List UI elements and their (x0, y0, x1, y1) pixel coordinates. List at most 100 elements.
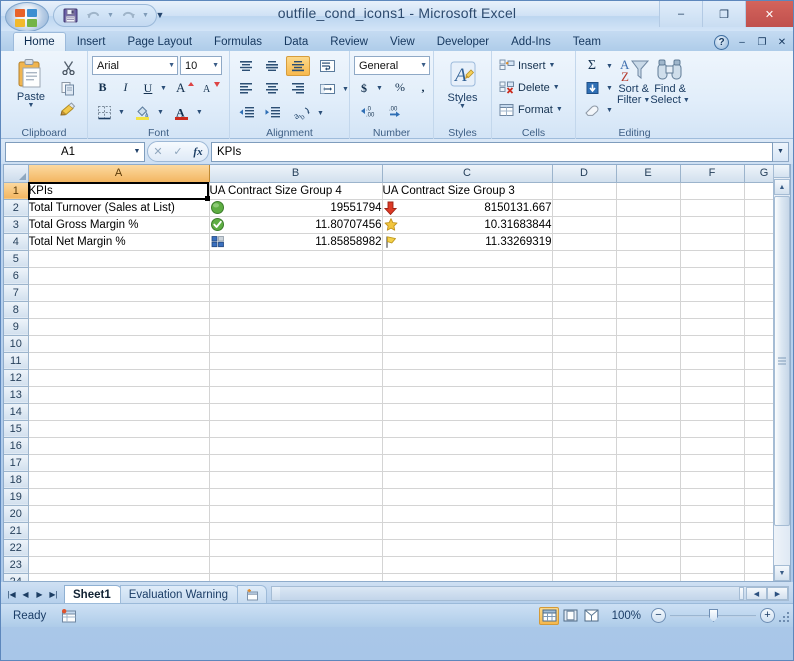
name-box-dropdown-icon[interactable]: ▼ (130, 148, 144, 155)
row-header-14[interactable]: 14 (4, 403, 29, 421)
autosum-dropdown-icon[interactable]: ▼ (603, 63, 616, 70)
cell-d20[interactable] (552, 505, 617, 523)
row-header-7[interactable]: 7 (4, 284, 29, 302)
cell-e5[interactable] (616, 250, 681, 268)
sheet-tab-sheet1[interactable]: Sheet1 (64, 585, 122, 603)
cell-e13[interactable] (616, 386, 681, 404)
cell-e12[interactable] (616, 369, 681, 387)
cell-a2[interactable]: Total Turnover (Sales at List) (28, 199, 210, 217)
format-cells-dropdown-icon[interactable]: ▼ (556, 106, 563, 113)
cell-d1[interactable] (552, 182, 617, 200)
formula-input[interactable]: KPIs (211, 141, 773, 162)
orientation-dropdown-icon[interactable]: ▼ (314, 110, 327, 117)
tab-home[interactable]: Home (13, 32, 66, 51)
cell-e19[interactable] (616, 488, 681, 506)
cell-a9[interactable] (28, 318, 210, 336)
enter-icon[interactable]: ✓ (173, 145, 182, 158)
insert-worksheet-button[interactable] (237, 585, 268, 603)
cell-d18[interactable] (552, 471, 617, 489)
insert-function-icon[interactable]: fx (193, 146, 202, 158)
minimize-ribbon-button[interactable]: – (735, 36, 749, 50)
row-header-5[interactable]: 5 (4, 250, 29, 268)
cell-f7[interactable] (680, 284, 745, 302)
cell-c17[interactable] (382, 454, 553, 472)
cell-d19[interactable] (552, 488, 617, 506)
number-format-dropdown-icon[interactable]: ▼ (417, 62, 427, 69)
cell-d10[interactable] (552, 335, 617, 353)
minimize-button[interactable]: – (659, 1, 702, 27)
column-header-d[interactable]: D (552, 165, 617, 183)
find-select-dropdown-icon[interactable]: ▼ (683, 97, 690, 104)
cell-c7[interactable] (382, 284, 553, 302)
cell-f12[interactable] (680, 369, 745, 387)
cell-f15[interactable] (680, 420, 745, 438)
zoom-slider[interactable] (670, 608, 756, 623)
font-color-dropdown-icon[interactable]: ▼ (193, 109, 206, 116)
cell-f2[interactable] (680, 199, 745, 217)
next-sheet-icon[interactable]: ▶ (33, 587, 46, 601)
close-button[interactable]: ✕ (745, 1, 793, 27)
row-header-19[interactable]: 19 (4, 488, 29, 506)
cell-b9[interactable] (209, 318, 383, 336)
cell-a21[interactable] (28, 522, 210, 540)
column-header-a[interactable]: A (28, 165, 210, 183)
cell-c3[interactable]: 10.31683844 (382, 216, 553, 234)
styles-button[interactable]: A Styles ▼ (438, 59, 487, 110)
tab-formulas[interactable]: Formulas (203, 32, 273, 51)
page-layout-view-button[interactable] (560, 607, 580, 625)
format-cells-button[interactable]: Format ▼ (496, 99, 566, 121)
row-header-24[interactable]: 24 (4, 573, 29, 581)
cell-b14[interactable] (209, 403, 383, 421)
bottom-align-button[interactable] (286, 56, 310, 76)
cell-a20[interactable] (28, 505, 210, 523)
middle-align-button[interactable] (260, 56, 284, 76)
italic-button[interactable]: I (115, 77, 136, 97)
cell-a14[interactable] (28, 403, 210, 421)
cell-f21[interactable] (680, 522, 745, 540)
cell-a22[interactable] (28, 539, 210, 557)
cell-d2[interactable] (552, 199, 617, 217)
tab-add-ins[interactable]: Add-Ins (500, 32, 562, 51)
tab-insert[interactable]: Insert (66, 32, 117, 51)
maximize-button[interactable]: ❐ (702, 1, 745, 27)
row-header-15[interactable]: 15 (4, 420, 29, 438)
tab-view[interactable]: View (379, 32, 426, 51)
zoom-slider-thumb[interactable] (709, 609, 718, 622)
row-header-16[interactable]: 16 (4, 437, 29, 455)
cell-a1[interactable]: KPIs (28, 182, 210, 200)
underline-button[interactable]: U (139, 78, 157, 98)
scroll-up-icon[interactable]: ▲ (774, 179, 790, 195)
row-header-6[interactable]: 6 (4, 267, 29, 285)
cell-b19[interactable] (209, 488, 383, 506)
align-right-button[interactable] (286, 78, 310, 98)
cell-f22[interactable] (680, 539, 745, 557)
cell-c14[interactable] (382, 403, 553, 421)
prev-sheet-icon[interactable]: ◀ (19, 587, 32, 601)
cell-f3[interactable] (680, 216, 745, 234)
cell-b3[interactable]: 11.80707456 (209, 216, 383, 234)
number-format-combo[interactable]: General ▼ (354, 56, 430, 75)
top-align-button[interactable] (234, 56, 258, 76)
row-header-23[interactable]: 23 (4, 556, 29, 574)
row-header-17[interactable]: 17 (4, 454, 29, 472)
cancel-icon[interactable]: ✕ (153, 145, 162, 158)
orientation-button[interactable]: a b (290, 103, 314, 123)
cell-f4[interactable] (680, 233, 745, 251)
row-header-21[interactable]: 21 (4, 522, 29, 540)
tab-review[interactable]: Review (319, 32, 379, 51)
row-header-20[interactable]: 20 (4, 505, 29, 523)
cell-a13[interactable] (28, 386, 210, 404)
cell-f17[interactable] (680, 454, 745, 472)
vertical-scroll-thumb[interactable] (774, 196, 790, 526)
cell-e15[interactable] (616, 420, 681, 438)
cell-a18[interactable] (28, 471, 210, 489)
cell-c12[interactable] (382, 369, 553, 387)
page-break-preview-button[interactable] (581, 607, 601, 625)
font-size-combo[interactable]: 10 ▼ (180, 56, 222, 75)
cell-a3[interactable]: Total Gross Margin % (28, 216, 210, 234)
wrap-text-button[interactable] (314, 56, 340, 76)
scroll-left-icon[interactable]: ◀ (746, 587, 767, 600)
cut-icon[interactable] (57, 57, 79, 77)
tab-developer[interactable]: Developer (426, 32, 500, 51)
cell-e24[interactable] (616, 573, 681, 581)
